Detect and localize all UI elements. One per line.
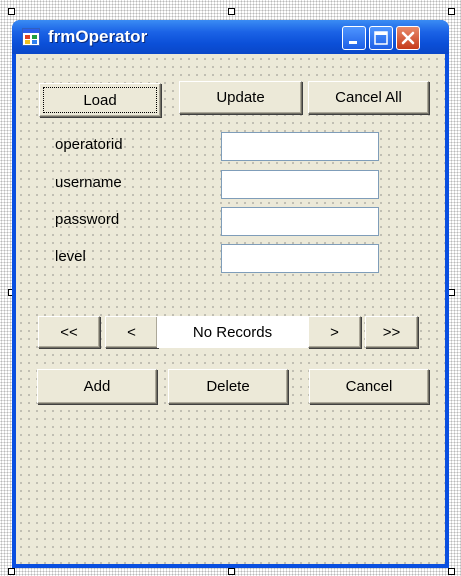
last-record-button[interactable]: >> <box>365 316 418 348</box>
close-button[interactable] <box>396 26 420 50</box>
operatorid-field[interactable] <box>221 132 379 161</box>
add-button[interactable]: Add <box>37 369 157 404</box>
resize-handle-middle-right[interactable] <box>448 289 455 296</box>
cancel-all-button[interactable]: Cancel All <box>308 81 429 114</box>
form-icon <box>22 28 40 46</box>
resize-handle-bottom-left[interactable] <box>8 568 15 575</box>
level-label: level <box>55 248 86 265</box>
form-client-area: Load Update Cancel All operatorid userna… <box>16 54 445 564</box>
next-record-button[interactable]: > <box>308 316 361 348</box>
maximize-button[interactable] <box>369 26 393 50</box>
password-field[interactable] <box>221 207 379 236</box>
resize-handle-top-center[interactable] <box>228 8 235 15</box>
maximize-icon <box>374 31 388 45</box>
close-icon <box>401 31 415 45</box>
password-label: password <box>55 211 120 228</box>
username-label: username <box>55 174 122 191</box>
window-title: frmOperator <box>48 27 148 46</box>
delete-button[interactable]: Delete <box>168 369 288 404</box>
form-window: frmOperator Load Update Cancel All opera… <box>12 20 449 568</box>
load-button[interactable]: Load <box>39 83 161 117</box>
resize-handle-top-right[interactable] <box>448 8 455 15</box>
record-position-label: No Records <box>157 316 308 348</box>
level-field[interactable] <box>221 244 379 273</box>
operatorid-label: operatorid <box>55 136 123 153</box>
update-button[interactable]: Update <box>179 81 302 114</box>
resize-handle-bottom-right[interactable] <box>448 568 455 575</box>
cancel-button[interactable]: Cancel <box>309 369 429 404</box>
previous-record-button[interactable]: < <box>105 316 158 348</box>
first-record-button[interactable]: << <box>38 316 100 348</box>
resize-handle-top-left[interactable] <box>8 8 15 15</box>
resize-handle-bottom-center[interactable] <box>228 568 235 575</box>
title-bar[interactable]: frmOperator <box>12 20 449 54</box>
minimize-icon <box>349 41 357 44</box>
username-field[interactable] <box>221 170 379 199</box>
minimize-button[interactable] <box>342 26 366 50</box>
